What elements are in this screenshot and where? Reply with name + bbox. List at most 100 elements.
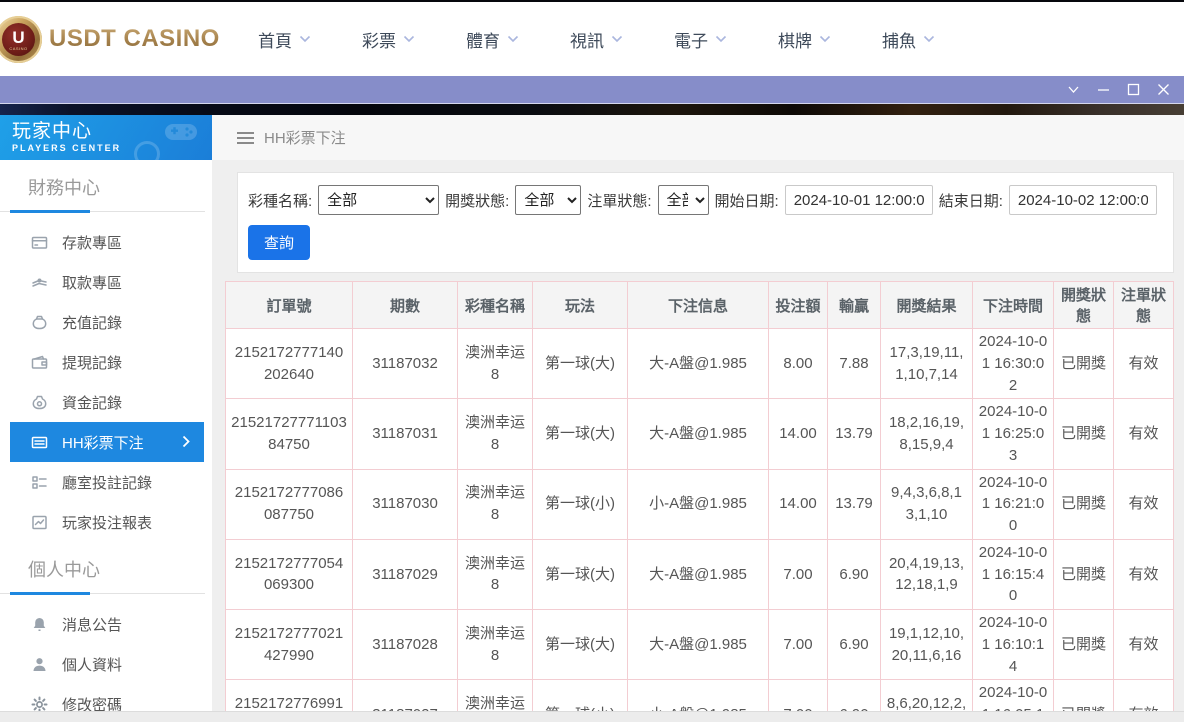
nav-item-home[interactable]: 首頁 (258, 27, 362, 52)
wallet-icon (30, 354, 48, 371)
window-titlebar (0, 76, 1184, 104)
chevron-down-icon (819, 35, 831, 43)
sidebar-item-hall-bet-record[interactable]: 廳室投註記錄 (0, 462, 212, 502)
start-date-label: 開始日期: (715, 190, 779, 211)
col-header-lottery: 彩種名稱 (458, 282, 533, 329)
nav-label: 首頁 (258, 27, 292, 52)
nav-item-slots[interactable]: 電子 (674, 27, 778, 52)
sidebar-item-player-bet-report[interactable]: 玩家投注報表 (0, 502, 212, 542)
col-header-draw-status: 開獎狀態 (1054, 282, 1114, 329)
chevron-down-icon (923, 35, 935, 43)
brand-logo[interactable]: U CASINO USDT CASINO (0, 2, 240, 76)
nav-item-lottery[interactable]: 彩票 (362, 27, 466, 52)
start-date-input[interactable] (785, 185, 933, 215)
col-header-period: 期數 (353, 282, 458, 329)
chevron-down-icon (611, 35, 623, 43)
lottery-name-select[interactable]: 全部 (318, 185, 439, 215)
page-title: HH彩票下注 (264, 127, 346, 148)
chevron-down-icon (715, 35, 727, 43)
chevron-right-icon (182, 435, 190, 453)
section-divider (0, 209, 205, 212)
gear-icon (30, 696, 48, 713)
fund-bag-icon (30, 394, 48, 411)
sidebar-header: 玩家中心 PLAYERS CENTER (0, 115, 212, 160)
nav-label: 棋牌 (778, 27, 812, 52)
nav-item-video[interactable]: 視訊 (570, 27, 674, 52)
col-header-win-loss: 輸贏 (828, 282, 881, 329)
sidebar-item-fund-record[interactable]: 資金記錄 (0, 382, 212, 422)
sidebar-item-withdraw-record[interactable]: 提現記錄 (0, 342, 212, 382)
filter-panel: 彩種名稱: 全部 開獎狀態: 全部 注單狀態: 全部 開始日期: 結束日期: 查… (237, 172, 1174, 273)
col-header-order-status: 注單狀態 (1114, 282, 1174, 329)
table-row: 215217277708608775031187030澳洲幸运8第一球(小)小-… (226, 469, 1174, 539)
coin-logo-icon: U CASINO (0, 16, 42, 63)
brand-name: USDT CASINO (49, 25, 220, 53)
app-header: U CASINO USDT CASINO 首頁 彩票 體育 視訊 電子 棋牌 (0, 2, 1184, 76)
gamepad-icon (164, 121, 198, 148)
lottery-ticket-icon (30, 434, 48, 451)
section-title-personal: 個人中心 (0, 556, 212, 582)
nav-label: 彩票 (362, 27, 396, 52)
sidebar-item-recharge-record[interactable]: 充值記錄 (0, 302, 212, 342)
report-chart-icon (30, 514, 48, 531)
chevron-down-icon (403, 35, 415, 43)
horizontal-scrollbar[interactable] (0, 711, 1184, 722)
bell-icon (30, 616, 48, 633)
search-button[interactable]: 查詢 (248, 225, 310, 260)
table-row: 215217277714020264031187032澳洲幸运8第一球(大)大-… (226, 329, 1174, 399)
col-header-time: 下注時間 (973, 282, 1054, 329)
end-date-label: 結束日期: (939, 190, 1003, 211)
sidebar: 玩家中心 PLAYERS CENTER 財務中心 存款專區 (0, 115, 212, 721)
person-icon (30, 656, 48, 673)
coin-u-letter: U (12, 29, 24, 46)
end-date-input[interactable] (1009, 185, 1157, 215)
nav-label: 體育 (466, 27, 500, 52)
withdraw-cash-icon (30, 274, 48, 291)
hall-list-icon (30, 474, 48, 491)
close-icon[interactable] (1148, 78, 1178, 102)
sidebar-item-announcements[interactable]: 消息公告 (0, 604, 212, 644)
chevron-down-icon (299, 35, 311, 43)
coin-sub-text: CASINO (9, 46, 27, 51)
recharge-bag-icon (30, 314, 48, 331)
nav-item-fishing[interactable]: 捕魚 (882, 27, 986, 52)
sidebar-item-withdraw[interactable]: 取款專區 (0, 262, 212, 302)
section-title-finance: 財務中心 (0, 174, 212, 200)
table-row: 215217277711038475031187031澳洲幸运8第一球(大)大-… (226, 399, 1174, 469)
bets-table-wrap: 訂單號 期數 彩種名稱 玩法 下注信息 投注額 輸贏 開獎結果 下注時間 開獎狀… (225, 281, 1174, 721)
col-header-result: 開獎結果 (881, 282, 973, 329)
order-status-label: 注單狀態: (587, 190, 651, 211)
table-row: 215217277705406930031187029澳洲幸运8第一球(大)大-… (226, 539, 1174, 609)
maximize-icon[interactable] (1118, 78, 1148, 102)
col-header-amount: 投注額 (769, 282, 828, 329)
nav-label: 視訊 (570, 27, 604, 52)
deposit-card-icon (30, 234, 48, 251)
sidebar-item-profile[interactable]: 個人資料 (0, 644, 212, 684)
sidebar-item-hh-lottery-bets[interactable]: HH彩票下注 (10, 422, 204, 462)
main-nav: 首頁 彩票 體育 視訊 電子 棋牌 捕魚 (258, 27, 986, 52)
sidebar-item-deposit[interactable]: 存款專區 (0, 222, 212, 262)
hamburger-menu-icon[interactable] (237, 132, 254, 144)
col-header-order-id: 訂單號 (226, 282, 353, 329)
ball-ghost-icon (134, 141, 160, 160)
window-dropdown-icon[interactable] (1058, 78, 1088, 102)
lottery-name-label: 彩種名稱: (248, 190, 312, 211)
section-divider (0, 591, 205, 594)
bets-table: 訂單號 期數 彩種名稱 玩法 下注信息 投注額 輸贏 開獎結果 下注時間 開獎狀… (225, 281, 1174, 721)
finance-menu: 存款專區 取款專區 充值記錄 提現記錄 資金記錄 HH彩票下注 (0, 222, 212, 542)
minimize-icon[interactable] (1088, 78, 1118, 102)
nav-item-cards[interactable]: 棋牌 (778, 27, 882, 52)
order-status-select[interactable]: 全部 (658, 185, 709, 215)
draw-status-select[interactable]: 全部 (515, 185, 581, 215)
table-header-row: 訂單號 期數 彩種名稱 玩法 下注信息 投注額 輸贏 開獎結果 下注時間 開獎狀… (226, 282, 1174, 329)
table-row: 215217277702142799031187028澳洲幸运8第一球(大)大-… (226, 610, 1174, 680)
nav-item-sports[interactable]: 體育 (466, 27, 570, 52)
draw-status-label: 開獎狀態: (445, 190, 509, 211)
nav-label: 電子 (674, 27, 708, 52)
breadcrumb: HH彩票下注 (212, 115, 1184, 160)
nav-label: 捕魚 (882, 27, 916, 52)
decorative-banner-strip (0, 104, 1184, 115)
main-content: HH彩票下注 彩種名稱: 全部 開獎狀態: 全部 注單狀態: 全部 開始日期: … (212, 115, 1184, 721)
chevron-down-icon (507, 35, 519, 43)
personal-menu: 消息公告 個人資料 修改密碼 (0, 604, 212, 721)
